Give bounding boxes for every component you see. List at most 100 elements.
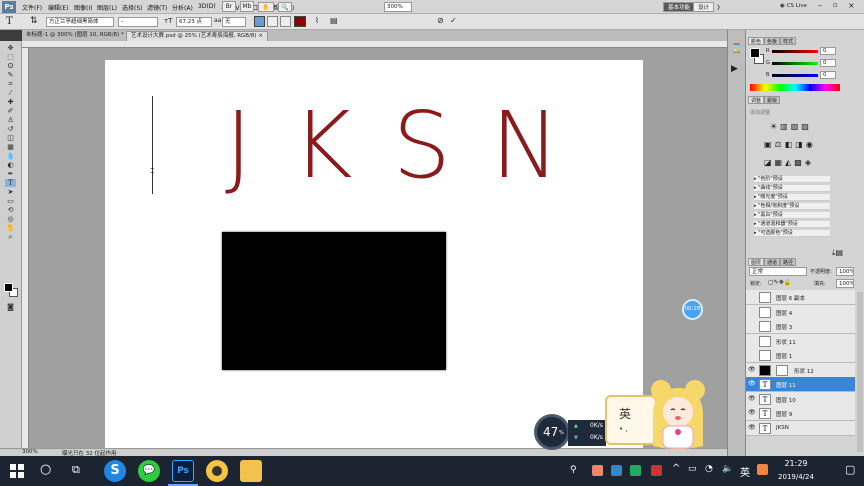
layer-row[interactable]: 图层 3 [746,319,855,334]
adjust-footer-icons[interactable]: ⤓▤ [832,248,843,258]
canvas-black-rectangle[interactable] [222,232,446,370]
taskbar-clock[interactable]: 21:29 [776,459,816,468]
sogou-browser-icon[interactable]: S [104,460,126,482]
font-style-select[interactable]: - [118,17,158,27]
adjust-preset-item[interactable]: ▸ "色相/饱和度"预设 [754,203,830,210]
file-explorer-icon[interactable] [240,460,262,482]
quick-mask-icon[interactable]: ◙ [5,303,16,311]
layer-visibility-icon[interactable] [748,352,754,358]
tab-channels[interactable]: 通道 [764,258,781,266]
layer-visibility-icon[interactable]: 👁 [748,410,756,416]
adjust-icons-row3[interactable]: ◪▦◭▩◈ [764,158,814,167]
layers-scrollbar[interactable] [857,292,863,452]
r-value-field[interactable]: 0 [820,47,836,55]
tab-adjustments[interactable]: 调整 [748,96,765,104]
g-slider[interactable] [772,62,818,65]
3d-orbit-tool-icon[interactable]: ◎ [5,215,16,223]
tray-app-icon-2[interactable] [630,465,641,476]
layer-visibility-icon[interactable]: 👁 [748,424,756,431]
color-spectrum-bar[interactable] [750,84,840,91]
menu-item-2[interactable]: 图像(I) [74,3,92,12]
cancel-edit-icon[interactable]: ⊘ [437,16,444,25]
quick-select-tool-icon[interactable]: ✎ [5,71,16,79]
tray-app-icon-3[interactable] [651,465,662,476]
shape-tool-icon[interactable]: ▭ [5,197,16,205]
adjust-preset-item[interactable]: ▸ "曲线"预设 [754,185,830,192]
tab-art-contest[interactable]: 艺术设计大赛.psd @ 25% (艺术寿辰海报, RGB/8) × [126,31,268,41]
timer-bubble[interactable]: 00:28 [682,299,703,320]
align-right-button[interactable] [280,16,291,27]
tray-expand-icon[interactable]: ^ [672,463,680,474]
menu-item-3[interactable]: 图层(L) [97,3,117,12]
layer-row[interactable]: 图层 1 [746,348,855,363]
taskbar-date[interactable]: 2019/4/24 [772,473,820,481]
type-tool-icon[interactable]: T [5,179,16,187]
dodge-tool-icon[interactable]: ◐ [5,161,16,169]
bridge-button[interactable]: Br [222,1,236,12]
battery-icon[interactable]: ▭ [688,464,697,474]
layer-row[interactable]: 👁 T 图层 9 [746,406,855,421]
3d-rotate-tool-icon[interactable]: ⟲ [5,206,16,214]
gradient-tool-icon[interactable]: ▦ [5,143,16,151]
layer-visibility-icon[interactable]: 👁 [748,366,756,373]
zoom-tool-icon[interactable]: ⌕ [5,233,16,241]
tab-layers[interactable]: 图层 [748,258,765,266]
search-icon[interactable]: ○ [40,462,51,477]
windows-start-icon[interactable] [10,464,24,478]
tray-app-icon-1[interactable] [592,465,603,476]
align-center-button[interactable] [267,16,278,27]
adjust-icons-row1[interactable]: ☀▥▧▨ [770,122,812,131]
opacity-field[interactable]: 100% [836,267,854,276]
layer-visibility-icon[interactable] [748,338,754,344]
notification-center-icon[interactable]: ▢ [845,463,855,476]
adjust-preset-item[interactable]: ▸ "曝光度"预设 [754,194,830,201]
document-canvas[interactable]: ⌶ JKSN [105,60,643,450]
path-select-tool-icon[interactable]: ➤ [5,188,16,196]
layer-row[interactable]: 👁 T 图层 10 [746,391,855,407]
marquee-tool-icon[interactable]: ⬚ [5,53,16,61]
tray-security-icon[interactable] [611,465,622,476]
brush-tool-icon[interactable]: ✐ [5,107,16,115]
canvas-text-jksn[interactable]: JKSN [225,96,600,196]
healing-tool-icon[interactable]: ✚ [5,98,16,106]
font-size-field[interactable]: 67.23 点 [176,17,212,27]
workspace-design-button[interactable]: 设计 [693,2,715,12]
task-view-icon[interactable]: ⧉ [72,463,80,477]
history-brush-tool-icon[interactable]: ↺ [5,125,16,133]
pen-tool-icon[interactable]: ✒ [5,170,16,178]
tray-sogou-ime-icon[interactable] [757,464,768,475]
close-button[interactable]: × [848,1,855,10]
antialias-select[interactable]: 无 [222,17,246,27]
status-zoom[interactable]: 300% [22,449,38,455]
layer-row[interactable]: 图层 4 [746,304,855,320]
cpu-gauge[interactable]: 47 % [534,414,570,450]
layer-visibility-icon[interactable]: 👁 [748,381,756,387]
photoshop-taskbar-icon[interactable]: Ps [172,460,194,482]
adjust-preset-item[interactable]: ▸ "可选颜色"预设 [754,230,830,237]
font-family-select[interactable]: 方正兰亭超细黑简体 [46,17,114,27]
adjust-preset-item[interactable]: ▸ "通道混和器"预设 [754,221,830,228]
fill-field[interactable]: 100% [836,279,854,288]
layer-row[interactable]: 👁 形状 12 [746,362,855,378]
menu-item-0[interactable]: 文件(F) [22,3,42,12]
people-icon[interactable]: ⚲ [570,465,577,475]
b-slider[interactable] [772,74,818,77]
tab-paths[interactable]: 路径 [780,258,797,266]
menu-item-6[interactable]: 分析(A) [172,3,193,12]
actions-panel-icon[interactable]: ▶ [731,64,738,74]
tab-masks[interactable]: 蒙版 [764,96,781,104]
media-player-icon[interactable] [206,460,228,482]
layer-visibility-icon[interactable] [748,323,754,329]
volume-icon[interactable]: 🔈 [722,464,733,474]
layer-visibility-icon[interactable]: 👁 [748,395,756,402]
tab-styles[interactable]: 样式 [780,37,797,45]
layer-row[interactable]: 👁 T 图层 11 [746,377,855,392]
g-value-field[interactable]: 0 [820,59,836,67]
layer-row[interactable]: 图层 6 副本 [746,290,855,305]
network-icon[interactable]: ◔ [705,464,713,474]
blend-mode-select[interactable]: 正常 [749,267,807,276]
move-tool-icon[interactable]: ✥ [5,44,16,52]
commit-edit-icon[interactable]: ✓ [450,16,457,25]
adjust-icons-row2[interactable]: ▣⚖◧◨◉ [764,140,816,149]
tab-swatches[interactable]: 色板 [764,37,781,45]
